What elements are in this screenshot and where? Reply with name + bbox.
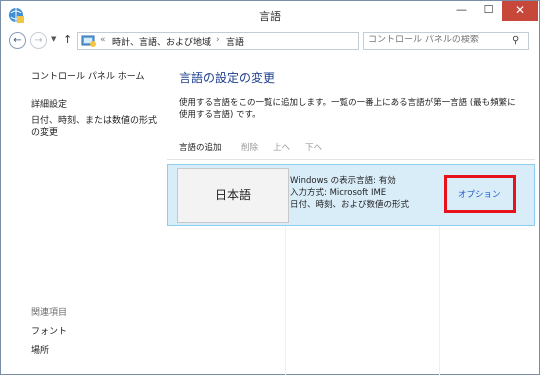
options-link[interactable]: オプション [458, 188, 501, 200]
navigation-bar: ← → ▼ ↑ « 時計、言語、および地域 › 言語 ▼ ↻ ⚲ [1, 29, 539, 53]
language-info-display: Windows の表示言語: 有効 [290, 176, 396, 186]
maximize-button[interactable]: ☐ [475, 1, 502, 21]
fonts-link[interactable]: フォント [31, 324, 67, 337]
close-button[interactable]: ✕ [502, 1, 538, 21]
search-icon[interactable]: ⚲ [512, 35, 519, 46]
breadcrumb-overflow[interactable]: « [100, 35, 106, 45]
move-up-button[interactable]: 上へ [273, 141, 290, 153]
language-info-format: 日付、時刻、および数値の形式 [290, 200, 410, 210]
page-title: 言語の設定の変更 [179, 71, 276, 85]
search-input[interactable] [368, 35, 498, 45]
location-link[interactable]: 場所 [31, 343, 49, 356]
column-divider [285, 226, 286, 375]
forward-icon[interactable]: → [30, 32, 47, 49]
search-box[interactable]: ⚲ [363, 32, 529, 50]
control-panel-icon [81, 34, 97, 48]
title-bar: 言語 — ☐ ✕ [1, 1, 539, 29]
breadcrumb-separator[interactable]: › [216, 35, 220, 45]
language-list: 日本語 Windows の表示言語: 有効 入力方式: Microsoft IM… [167, 159, 535, 375]
breadcrumb-clock-language-region[interactable]: 時計、言語、および地域 [112, 35, 211, 48]
move-down-button[interactable]: 下へ [305, 141, 322, 153]
language-name-tile[interactable]: 日本語 [177, 168, 289, 223]
breadcrumb-language[interactable]: 言語 [226, 35, 244, 48]
language-window: 言語 — ☐ ✕ ← → ▼ ↑ « 時計、言語、および地域 › 言語 ▼ ↻ [0, 0, 540, 375]
language-info-input: 入力方式: Microsoft IME [290, 188, 387, 198]
minimize-button[interactable]: — [448, 1, 475, 21]
date-time-format-link[interactable]: 日付、時刻、または数値の形式の変更 [31, 115, 163, 139]
address-bar[interactable]: « 時計、言語、および地域 › 言語 ▼ ↻ [77, 32, 413, 50]
history-dropdown-icon[interactable]: ▼ [51, 35, 56, 43]
add-language-button[interactable]: 言語の追加 [179, 141, 222, 153]
options-highlight: オプション [444, 175, 516, 213]
page-description: 使用する言語をこの一覧に追加します。一覧の一番上にある言語が第一言語 (最も頻繁… [179, 98, 516, 120]
language-info: Windows の表示言語: 有効 入力方式: Microsoft IME 日付… [290, 175, 409, 211]
remove-button[interactable]: 削除 [241, 141, 258, 153]
control-panel-home-link[interactable]: コントロール パネル ホーム [31, 69, 144, 82]
up-icon[interactable]: ↑ [63, 33, 72, 46]
advanced-settings-link[interactable]: 詳細設定 [31, 97, 67, 110]
related-heading: 関連項目 [31, 308, 68, 318]
column-divider [439, 226, 440, 375]
back-icon[interactable]: ← [9, 32, 26, 49]
language-row[interactable]: 日本語 Windows の表示言語: 有効 入力方式: Microsoft IM… [167, 164, 535, 226]
